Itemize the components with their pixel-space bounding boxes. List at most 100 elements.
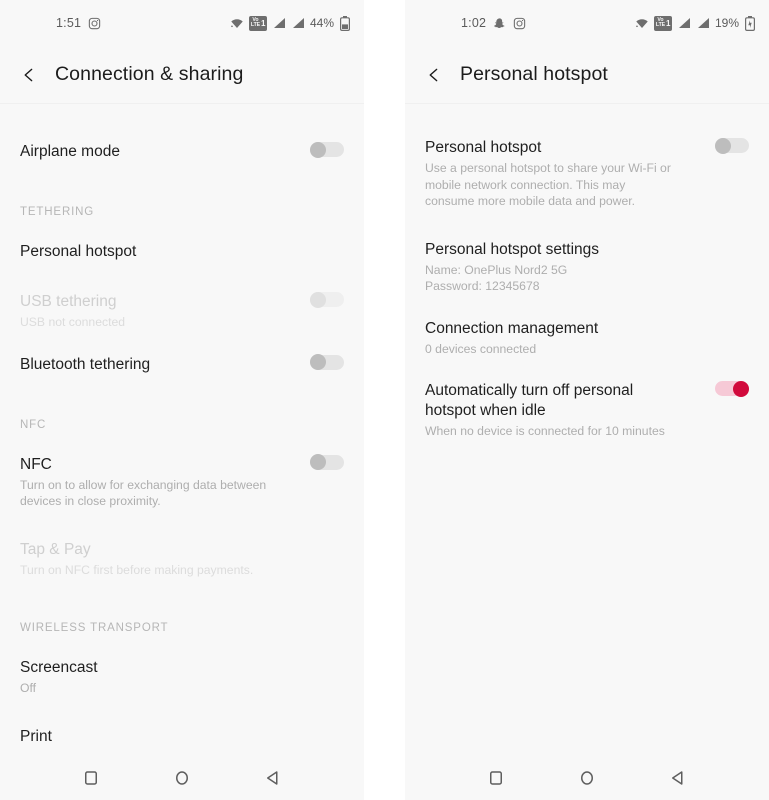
row-title: Bluetooth tethering bbox=[20, 355, 151, 373]
row-subtitle: Turn on to allow for exchanging data bet… bbox=[20, 477, 267, 509]
row-title: Personal hotspot bbox=[425, 139, 542, 156]
row-title: Personal hotspot settings bbox=[425, 240, 600, 258]
row-text: Screencast Off bbox=[20, 658, 344, 697]
volte-icon: Vo LTE 1 bbox=[249, 15, 267, 31]
list-item-personal-hotspot[interactable]: Personal hotspot bbox=[20, 242, 344, 262]
instagram-icon bbox=[513, 17, 526, 30]
signal-icon bbox=[272, 17, 286, 29]
screenshot-divider bbox=[364, 0, 405, 800]
row-title: Screencast bbox=[20, 659, 98, 676]
status-time: 1:02 bbox=[461, 16, 487, 30]
instagram-icon bbox=[88, 17, 101, 30]
list-item-tap-and-pay: Tap & Pay Turn on NFC first before makin… bbox=[20, 540, 344, 579]
row-text: Print bbox=[20, 727, 344, 747]
toggle-knob bbox=[715, 137, 731, 154]
airplane-mode-toggle[interactable] bbox=[310, 141, 344, 158]
row-text: Personal hotspot bbox=[20, 242, 344, 262]
volte-sim-number: 1 bbox=[261, 18, 266, 28]
status-bar-right: 1:02 Vo LTE 1 19% bbox=[405, 0, 769, 46]
list-item-nfc[interactable]: NFC Turn on to allow for exchanging data… bbox=[20, 454, 344, 510]
status-bar-left-group: 1:51 bbox=[56, 16, 101, 30]
home-circle-icon[interactable] bbox=[173, 769, 191, 787]
list-item-usb-tethering: USB tethering USB not connected bbox=[20, 291, 344, 331]
left-phone-screen: 1:51 Vo LTE 1 44% Connection & sharing A… bbox=[0, 0, 364, 800]
volte-label-bottom: LTE bbox=[655, 22, 666, 28]
list-item-auto-turn-off-hotspot[interactable]: Automatically turn off personal hotspot … bbox=[425, 380, 749, 440]
row-subtitle: Use a personal hotspot to share your Wi-… bbox=[425, 161, 671, 208]
list-item-screencast[interactable]: Screencast Off bbox=[20, 658, 344, 697]
status-bar-left: 1:51 Vo LTE 1 44% bbox=[0, 0, 364, 46]
navigation-bar-left bbox=[0, 756, 364, 800]
header-left: Connection & sharing bbox=[0, 46, 364, 104]
list-item-connection-management[interactable]: Connection management 0 devices connecte… bbox=[425, 319, 749, 358]
signal-icon bbox=[291, 17, 305, 29]
row-title: Tap & Pay bbox=[20, 540, 91, 558]
toggle-knob bbox=[733, 380, 749, 397]
battery-charging-icon bbox=[745, 15, 755, 31]
header-right: Personal hotspot bbox=[405, 46, 769, 104]
recents-square-icon[interactable] bbox=[487, 769, 505, 787]
status-bar-right-group: Vo LTE 1 19% bbox=[635, 15, 755, 31]
row-text: USB tethering USB not connected bbox=[20, 292, 296, 331]
back-triangle-icon[interactable] bbox=[669, 769, 687, 787]
toggle-knob bbox=[310, 454, 326, 470]
list-item-bluetooth-tethering[interactable]: Bluetooth tethering bbox=[20, 354, 344, 375]
row-subtitle: Off bbox=[20, 681, 37, 695]
row-title: USB tethering bbox=[20, 293, 117, 310]
list-item-hotspot-settings[interactable]: Personal hotspot settings Name: OnePlus … bbox=[425, 240, 749, 295]
row-title: Print bbox=[20, 727, 52, 745]
toggle-knob bbox=[310, 291, 326, 308]
section-header-tethering: TETHERING bbox=[20, 206, 95, 218]
status-bar-right-group: Vo LTE 1 44% bbox=[230, 15, 350, 31]
recents-square-icon[interactable] bbox=[82, 769, 100, 787]
dual-screenshot-container: 1:51 Vo LTE 1 44% Connection & sharing A… bbox=[0, 0, 769, 800]
row-text: Personal hotspot settings Name: OnePlus … bbox=[425, 240, 749, 295]
page-title: Connection & sharing bbox=[55, 63, 244, 85]
volte-label-bottom: LTE bbox=[250, 22, 261, 28]
toggle-knob bbox=[310, 354, 326, 370]
auto-turn-off-toggle[interactable] bbox=[715, 380, 749, 397]
page-title: Personal hotspot bbox=[460, 63, 608, 85]
row-title: NFC bbox=[20, 455, 52, 473]
battery-icon bbox=[340, 15, 350, 31]
row-text: Airplane mode bbox=[20, 142, 296, 162]
wifi-icon bbox=[230, 17, 244, 29]
row-subtitle: USB not connected bbox=[20, 315, 126, 329]
back-chevron-icon[interactable] bbox=[425, 66, 443, 84]
row-text: Bluetooth tethering bbox=[20, 355, 296, 375]
status-time: 1:51 bbox=[56, 16, 82, 30]
row-text: Personal hotspot Use a personal hotspot … bbox=[425, 138, 701, 210]
back-chevron-icon[interactable] bbox=[20, 66, 38, 84]
toggle-knob bbox=[310, 141, 326, 158]
navigation-bar-right bbox=[405, 756, 769, 800]
section-header-wireless-transport: WIRELESS TRANSPORT bbox=[20, 622, 169, 634]
personal-hotspot-toggle[interactable] bbox=[715, 137, 749, 154]
list-item-personal-hotspot[interactable]: Personal hotspot Use a personal hotspot … bbox=[425, 137, 749, 210]
nfc-toggle[interactable] bbox=[310, 454, 344, 470]
wifi-icon bbox=[635, 17, 649, 29]
snapchat-icon bbox=[493, 17, 506, 30]
settings-list-right: Personal hotspot Use a personal hotspot … bbox=[405, 104, 769, 440]
usb-tethering-toggle bbox=[310, 291, 344, 308]
battery-percent: 19% bbox=[714, 16, 739, 30]
volte-sim-number: 1 bbox=[666, 18, 671, 28]
row-text: Tap & Pay Turn on NFC first before makin… bbox=[20, 540, 344, 579]
battery-percent: 44% bbox=[309, 16, 334, 30]
row-title: Automatically turn off personal hotspot … bbox=[425, 382, 634, 419]
row-subtitle: When no device is connected for 10 minut… bbox=[425, 424, 665, 438]
signal-icon bbox=[696, 17, 710, 29]
row-title: Personal hotspot bbox=[20, 243, 137, 260]
signal-icon bbox=[677, 17, 691, 29]
right-phone-screen: 1:02 Vo LTE 1 19% Personal hotspot Perso… bbox=[405, 0, 769, 800]
list-item-print[interactable]: Print bbox=[20, 727, 344, 747]
bluetooth-tethering-toggle[interactable] bbox=[310, 354, 344, 370]
list-item-airplane-mode[interactable]: Airplane mode bbox=[20, 141, 344, 162]
home-circle-icon[interactable] bbox=[578, 769, 596, 787]
volte-icon: Vo LTE 1 bbox=[654, 15, 672, 31]
row-text: Automatically turn off personal hotspot … bbox=[425, 381, 701, 440]
settings-list-left: Airplane mode TETHERING Personal hotspot… bbox=[0, 104, 364, 747]
row-title: Airplane mode bbox=[20, 143, 120, 160]
row-subtitle: Name: OnePlus Nord2 5G Password: 1234567… bbox=[425, 262, 568, 294]
back-triangle-icon[interactable] bbox=[264, 769, 282, 787]
row-text: Connection management 0 devices connecte… bbox=[425, 319, 749, 358]
